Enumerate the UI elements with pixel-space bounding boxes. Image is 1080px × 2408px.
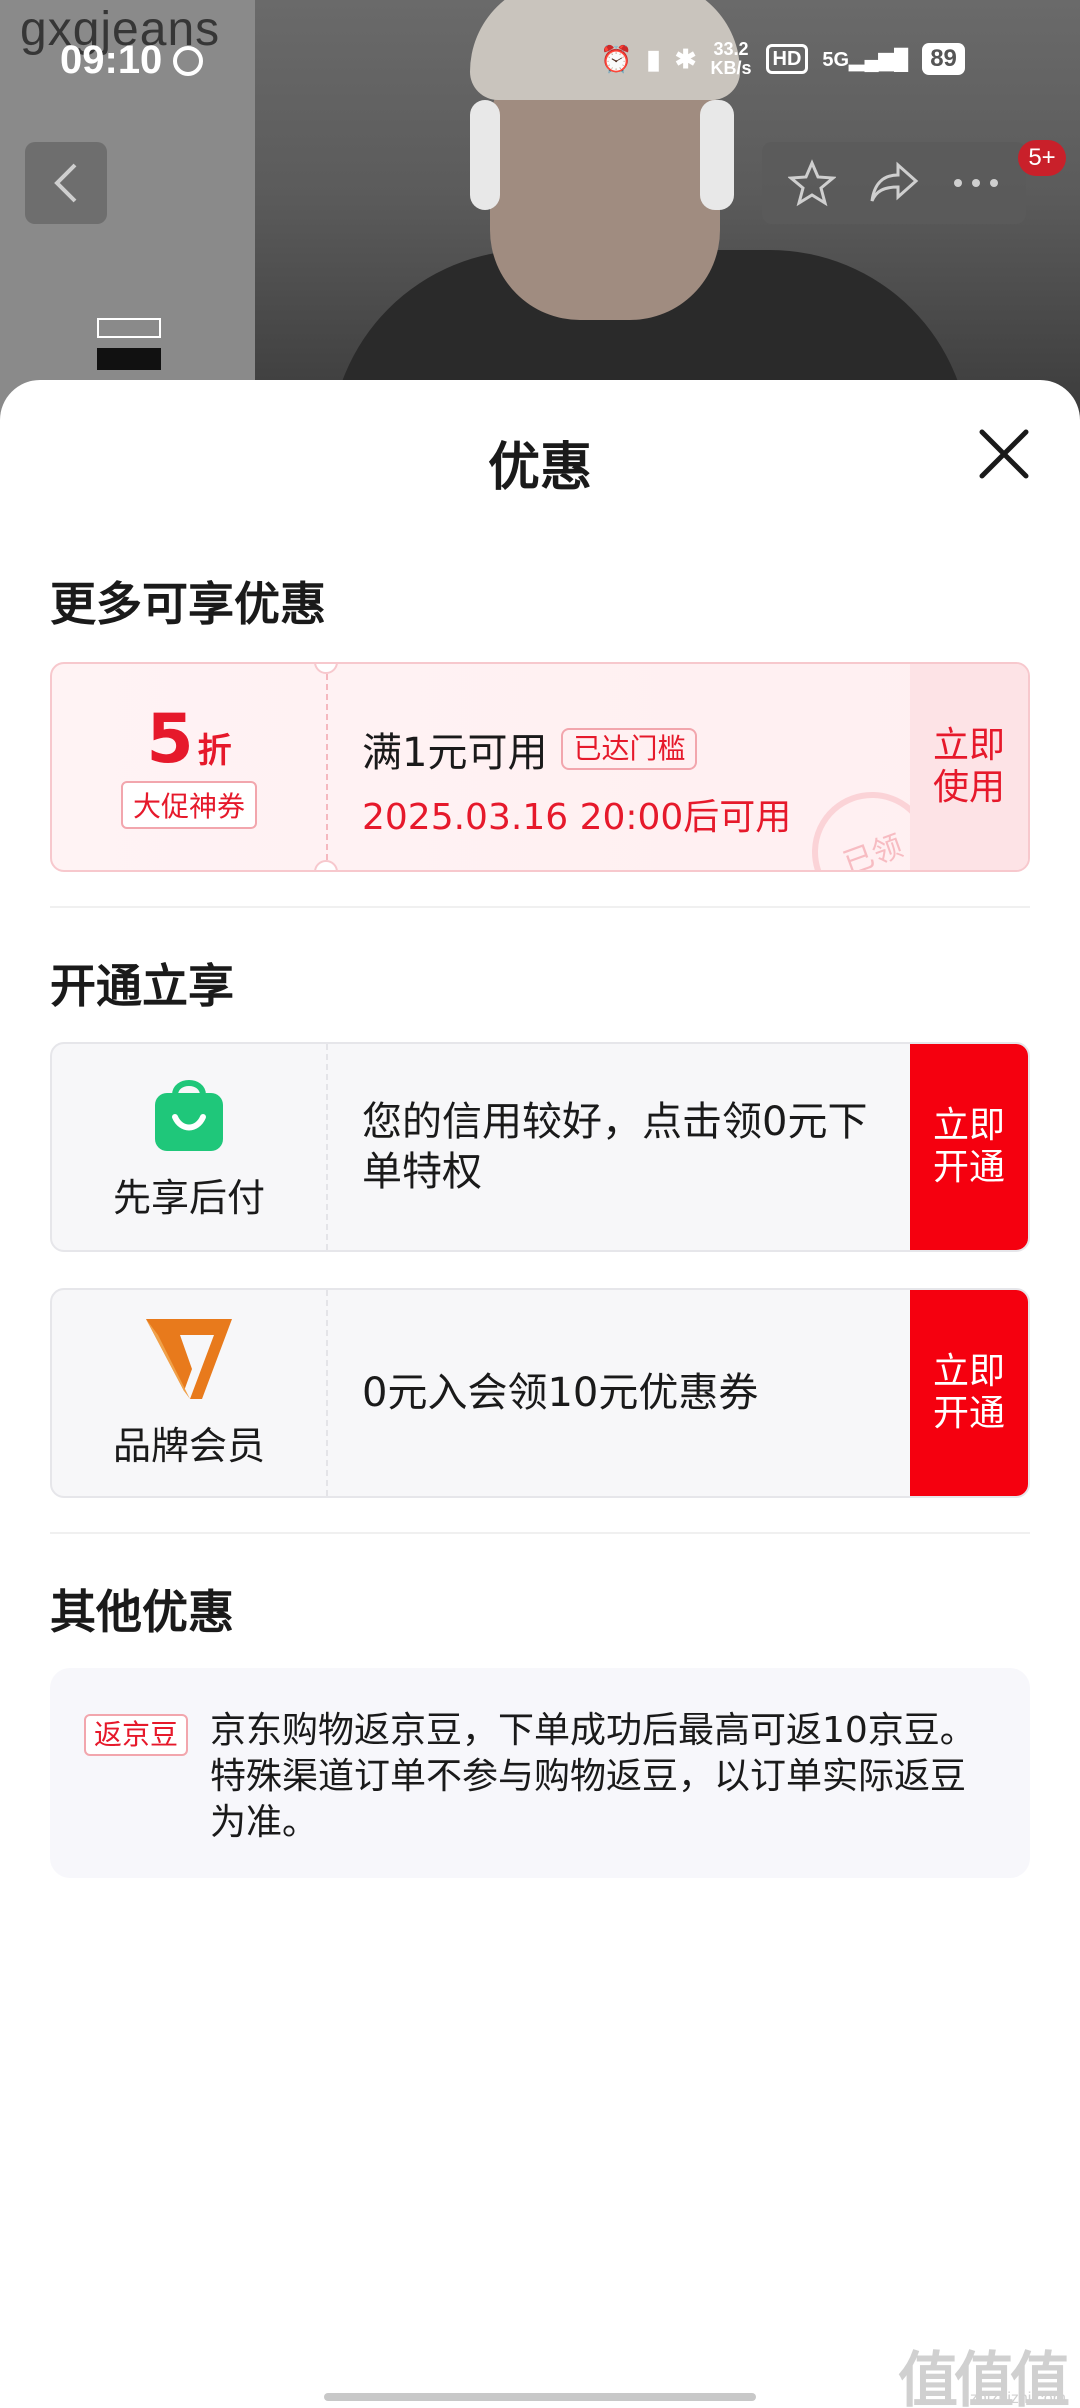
threshold-badge: 已达门槛: [561, 728, 698, 770]
section-title-activate: 开通立享: [50, 959, 234, 1013]
divider: [50, 906, 1030, 908]
thumbnail-indicator: [97, 318, 161, 338]
vibrate-icon: ▮: [646, 43, 661, 74]
close-icon[interactable]: [968, 418, 1040, 490]
share-icon[interactable]: [868, 159, 920, 207]
other-offer-card: 返京豆 京东购物返京豆，下单成功后最高可返10京豆。特殊渠道订单不参与购物返豆，…: [50, 1668, 1030, 1878]
section-title-more: 更多可享优惠: [50, 577, 326, 631]
discount-number: 5: [146, 700, 194, 779]
divider: [50, 1532, 1030, 1534]
site-watermark-url: zhizhizhi.com: [969, 2390, 1066, 2407]
cart-badge: 5+: [1018, 140, 1066, 176]
section-title-other: 其他优惠: [50, 1585, 234, 1639]
home-indicator[interactable]: [324, 2393, 756, 2401]
sheet-title: 优惠: [487, 438, 592, 498]
coupon-divider: [326, 664, 328, 870]
coupon-discount: 5 折 大促神券: [52, 664, 326, 870]
service-name: 品牌会员: [112, 1423, 265, 1468]
thumbnail-indicator-active: [97, 348, 161, 370]
service-desc: 您的信用较好，点击领0元下单特权: [362, 1099, 868, 1195]
chevron-left-icon: [54, 163, 77, 203]
alarm-icon: ⏰: [600, 43, 633, 74]
status-time: 09:10: [60, 38, 163, 82]
hd-badge: HD: [765, 44, 809, 74]
service-divider: [326, 1290, 328, 1496]
service-card-brand-member[interactable]: 品牌会员 0元入会领10元优惠券 立即 开通: [50, 1288, 1030, 1498]
status-icons: ⏰ ▮ ✱ 33.2 KB/s HD 5G▂▄▆█ 89: [600, 40, 965, 78]
service-card-pay-later[interactable]: 先享后付 您的信用较好，点击领0元下单特权 立即 开通: [50, 1042, 1030, 1252]
coupon-notch: [314, 860, 338, 870]
jingdou-tag: 返京豆: [84, 1714, 189, 1756]
shopping-bag-icon: [155, 1079, 223, 1151]
activate-button[interactable]: 立即 开通: [910, 1044, 1028, 1250]
service-desc: 0元入会领10元优惠券: [362, 1370, 759, 1416]
net-speed: 33.2 KB/s: [710, 39, 752, 78]
signal-icon: 5G▂▄▆█: [822, 48, 909, 71]
coupon-card[interactable]: 5 折 大促神券 满1元可用 已达门槛 2025.03.16 20:00后可用 …: [50, 662, 1030, 872]
status-bar: 09:10 ⏰ ▮ ✱ 33.2 KB/s HD 5G▂▄▆█ 89: [0, 0, 1080, 120]
brand-v-icon: [146, 1318, 232, 1399]
service-name: 先享后付: [112, 1175, 265, 1220]
bluetooth-icon: ✱: [674, 43, 697, 74]
service-divider: [326, 1044, 328, 1250]
back-button[interactable]: [25, 142, 107, 224]
coupon-condition: 满1元可用: [362, 730, 548, 776]
discount-sheet: 优惠 更多可享优惠 5 折 大促神券 满1元可用 已达门槛 2025.03.16…: [0, 380, 1080, 2408]
coupon-info: 满1元可用 已达门槛 2025.03.16 20:00后可用: [362, 720, 791, 840]
nav-actions: [762, 142, 1026, 224]
coupon-tag: 大促神券: [120, 781, 257, 829]
activate-button[interactable]: 立即 开通: [910, 1290, 1028, 1496]
more-icon[interactable]: [952, 177, 1000, 189]
star-icon[interactable]: [788, 159, 836, 207]
use-now-button[interactable]: 立即 使用: [910, 664, 1028, 870]
battery-icon: 89: [922, 43, 965, 75]
discount-unit: 折: [197, 731, 232, 771]
coupon-valid-time: 2025.03.16 20:00后可用: [362, 797, 792, 838]
jingdou-text: 京东购物返京豆，下单成功后最高可返10京豆。特殊渠道订单不参与购物返豆，以订单实…: [210, 1710, 976, 1843]
sync-icon: [173, 46, 203, 76]
